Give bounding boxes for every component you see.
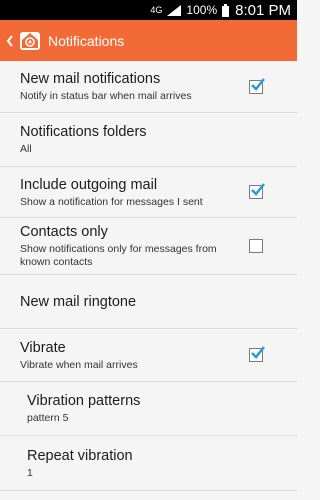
setting-subtitle: Vibrate when mail arrives [20, 358, 138, 371]
new-mail-notifications-checkbox[interactable] [249, 77, 266, 94]
vibrate-checkbox[interactable] [249, 346, 266, 362]
setting-subtitle: All [20, 143, 32, 155]
app-bar: Notifications [0, 20, 297, 61]
setting-title: New mail ringtone [20, 293, 137, 310]
setting-vibrate[interactable]: Vibrate Vibrate when mail arrives [0, 329, 297, 382]
setting-new-mail-ringtone[interactable]: New mail ringtone [0, 275, 297, 329]
battery-percent: 100% [186, 3, 218, 17]
status-bar: 4G 100% 8:01 PM [0, 0, 297, 20]
clock: 8:01 PM [235, 1, 291, 19]
network-type-indicator: 4G [150, 5, 163, 15]
setting-title: New mail notifications [20, 71, 161, 87]
setting-title: Vibrate [20, 339, 66, 356]
include-outgoing-mail-checkbox[interactable] [249, 183, 266, 199]
setting-notifications-folders[interactable]: Notifications folders All [0, 113, 297, 167]
setting-title: Include outgoing mail [20, 176, 158, 193]
setting-new-mail-notifications[interactable]: New mail notifications Notify in status … [0, 61, 297, 113]
contacts-only-checkbox[interactable] [249, 239, 263, 253]
setting-subtitle: Show notifications only for messages fro… [20, 243, 217, 268]
setting-subtitle: 1 [27, 466, 33, 479]
setting-contacts-only[interactable]: Contacts only Show notifications only fo… [0, 218, 297, 275]
back-chevron-icon[interactable] [6, 31, 16, 51]
setting-title: Vibration patterns [27, 393, 141, 409]
setting-title: Contacts only [20, 224, 108, 240]
setting-subtitle: Notify in status bar when mail arrives [20, 90, 192, 102]
setting-subtitle: Show a notification for messages I sent [20, 195, 203, 208]
settings-list: New mail notifications Notify in status … [0, 61, 297, 491]
setting-title: Repeat vibration [27, 447, 133, 464]
setting-subtitle: pattern 5 [27, 412, 69, 424]
setting-vibration-patterns[interactable]: Vibration patterns pattern 5 [0, 382, 297, 436]
setting-title: Notifications folders [20, 124, 147, 140]
email-app-icon[interactable] [18, 29, 42, 53]
setting-repeat-vibration[interactable]: Repeat vibration 1 [0, 436, 297, 491]
setting-include-outgoing-mail[interactable]: Include outgoing mail Show a notificatio… [0, 167, 297, 218]
battery-icon [222, 3, 230, 17]
signal-icon [167, 4, 182, 16]
page-title: Notifications [48, 32, 125, 49]
